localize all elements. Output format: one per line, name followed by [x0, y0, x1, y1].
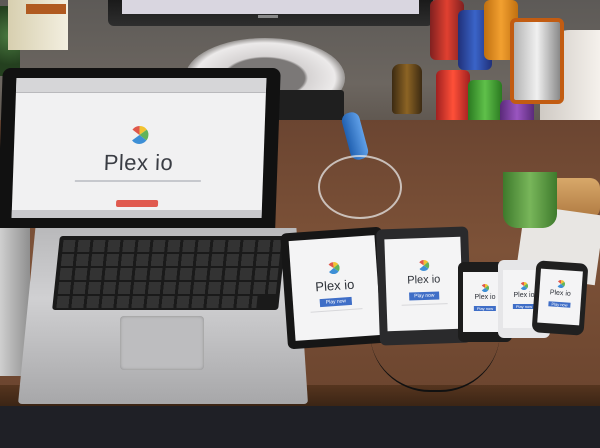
play-now-button[interactable]: Play now	[319, 296, 353, 308]
monitor-screen	[122, 0, 419, 14]
wordmark: Plex io	[407, 273, 441, 287]
play-now-button[interactable]: Play now	[473, 306, 497, 311]
play-now-button[interactable]: Play now	[512, 304, 536, 309]
divider	[310, 308, 363, 313]
wordmark: Plex io	[314, 276, 355, 295]
plex-logo-icon	[520, 282, 528, 290]
page-title: Plex io	[103, 150, 174, 175]
monitor-brand-mark	[258, 15, 278, 18]
floor	[0, 406, 600, 448]
keyboard	[52, 236, 286, 310]
green-mug	[503, 172, 557, 228]
juice-label	[26, 4, 66, 14]
device-screen: Plex io Play now	[537, 268, 583, 326]
play-now-button[interactable]: Play now	[548, 301, 571, 308]
wordmark: Plex io	[549, 289, 572, 298]
beer-bottle	[392, 64, 422, 114]
play-now-button[interactable]: Play now	[409, 291, 440, 301]
plex-logo-icon	[557, 280, 565, 289]
soda-can-open	[510, 18, 564, 104]
device-screen: Plex io Play now	[288, 235, 382, 341]
juice-carton	[8, 0, 68, 50]
earphones	[318, 155, 402, 219]
divider	[401, 303, 448, 306]
phone-small: Plex io Play now	[531, 260, 589, 336]
trackpad	[120, 316, 204, 370]
plex-logo-icon	[419, 259, 430, 271]
tagline	[74, 180, 201, 182]
device-screen: Plex io Play now	[384, 236, 464, 332]
plex-logo-icon	[481, 284, 489, 292]
desk-photo: Plex io Plex io Play now Plex io Play no…	[0, 0, 600, 448]
cta-button[interactable]	[115, 200, 159, 207]
external-monitor	[108, 0, 433, 26]
laptop-lid: Plex io	[0, 68, 281, 228]
laptop-screen: Plex io	[11, 78, 267, 218]
plex-logo-icon	[132, 126, 149, 144]
plex-logo-icon	[328, 262, 340, 275]
tablet-large: Plex io Play now	[280, 226, 390, 350]
browser-toolbar[interactable]	[15, 78, 267, 93]
dock	[11, 210, 262, 218]
